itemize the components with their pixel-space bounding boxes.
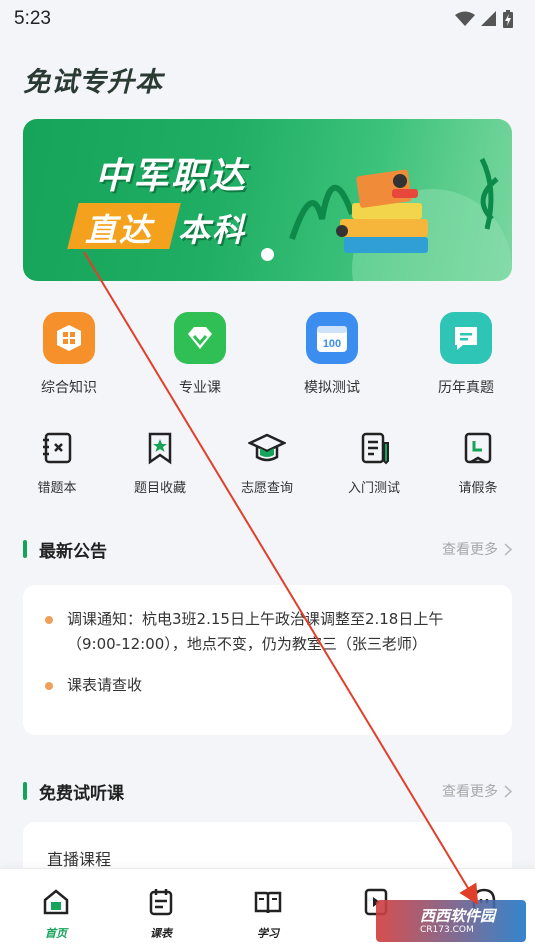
quick-item-label: 模拟测试: [304, 380, 360, 396]
announcements-card: 调课通知：杭电3班2.15日上午政治课调整至2.18日上午（9:00-12:00…: [23, 585, 512, 735]
tab-home[interactable]: 首页: [26, 887, 86, 941]
watermark-text: 西西软件园: [420, 906, 496, 925]
secondary-item-label: 题目收藏: [133, 481, 186, 496]
quick-item-label: 专业课: [179, 380, 221, 396]
wifi-icon: [455, 11, 475, 26]
chevron-right-icon: [504, 542, 512, 556]
announcements-title: 最新公告: [39, 541, 107, 562]
secondary-item-label: 错题本: [37, 481, 77, 496]
diamond-icon: [174, 312, 226, 364]
secondary-item-favorites[interactable]: 题目收藏: [115, 428, 205, 496]
secondary-item-leave-note[interactable]: 请假条: [433, 428, 523, 496]
promo-banner[interactable]: 中军职达 直达 本科: [23, 119, 512, 281]
chevron-right-icon: [504, 784, 512, 798]
chat-doc-icon: [440, 312, 492, 364]
status-icons: [455, 10, 513, 28]
secondary-item-entry-test[interactable]: 入门测试: [329, 428, 419, 496]
home-icon: [43, 889, 69, 915]
test-paper-icon: [354, 428, 394, 468]
wrong-book-icon: [37, 428, 77, 468]
watermark-logo: 西西软件园 CR173.COM: [376, 900, 526, 942]
quick-feature-grid: 综合知识 专业课 100 模拟测试 历年真题: [0, 312, 535, 402]
battery-icon: [503, 10, 513, 28]
bullet-dot: [45, 616, 53, 624]
bullet-dot: [45, 682, 53, 690]
schedule-icon: [149, 889, 173, 916]
section-accent-bar: [23, 540, 27, 558]
announcements-title-wrap: 最新公告: [23, 537, 107, 562]
leave-note-icon: [458, 428, 498, 468]
quick-item-label: 综合知识: [41, 380, 97, 396]
secondary-item-volunteer-query[interactable]: 志愿查询: [222, 428, 312, 496]
announcements-more-link[interactable]: 查看更多: [442, 539, 512, 559]
books-illustration: [289, 157, 512, 281]
free-courses-title-wrap: 免费试听课: [23, 779, 124, 804]
free-courses-header: 免费试听课 查看更多: [23, 778, 512, 804]
quick-item-label: 历年真题: [438, 380, 494, 396]
quick-item-mock-test[interactable]: 100 模拟测试: [277, 312, 387, 397]
tab-schedule[interactable]: 课表: [131, 887, 191, 941]
secondary-item-wrong-book[interactable]: 错题本: [12, 428, 102, 496]
calendar-badge: 100: [323, 338, 341, 350]
secondary-item-label: 志愿查询: [240, 481, 293, 496]
tab-study[interactable]: 学习: [238, 887, 298, 941]
more-label: 查看更多: [442, 784, 498, 800]
quick-item-comprehensive[interactable]: 综合知识: [14, 312, 124, 397]
banner-highlight-text: 直达: [85, 211, 154, 249]
section-accent-bar: [23, 782, 27, 800]
grid-box-icon: [43, 312, 95, 364]
graduation-cap-icon: [247, 428, 287, 468]
announcement-item[interactable]: 课表请查收: [45, 673, 494, 698]
quick-item-past-papers[interactable]: 历年真题: [411, 312, 521, 397]
tab-label: 课表: [150, 927, 172, 940]
status-time: 5:23: [14, 8, 51, 29]
course-item-title: 直播课程: [47, 850, 112, 869]
banner-headline: 中军职达: [95, 156, 248, 197]
free-courses-more-link[interactable]: 查看更多: [442, 781, 512, 801]
calendar-100-icon: 100: [306, 312, 358, 364]
secondary-feature-grid: 错题本 题目收藏 志愿查询 入门测试 请假条: [0, 428, 535, 498]
announcement-text: 调课通知：杭电3班2.15日上午政治课调整至2.18日上午（9:00-12:00…: [67, 610, 444, 653]
app-title: 免试专升本: [23, 67, 163, 98]
book-open-icon: [254, 891, 282, 914]
secondary-item-label: 请假条: [458, 481, 498, 496]
tab-label: 首页: [45, 927, 67, 940]
tab-label: 学习: [257, 927, 279, 940]
banner-page-indicator: [261, 248, 274, 261]
announcement-item[interactable]: 调课通知：杭电3班2.15日上午政治课调整至2.18日上午（9:00-12:00…: [45, 607, 494, 657]
watermark-subtext: CR173.COM: [420, 924, 474, 935]
announcement-text: 课表请查收: [67, 676, 143, 694]
secondary-item-label: 入门测试: [347, 481, 400, 496]
status-bar: 5:23: [0, 0, 535, 38]
quick-item-major[interactable]: 专业课: [145, 312, 255, 397]
announcements-header: 最新公告 查看更多: [23, 536, 512, 562]
free-courses-title: 免费试听课: [39, 783, 124, 804]
bookmark-star-icon: [140, 428, 180, 468]
more-label: 查看更多: [442, 542, 498, 558]
signal-icon: [481, 11, 496, 26]
banner-subline: 本科: [178, 211, 247, 249]
